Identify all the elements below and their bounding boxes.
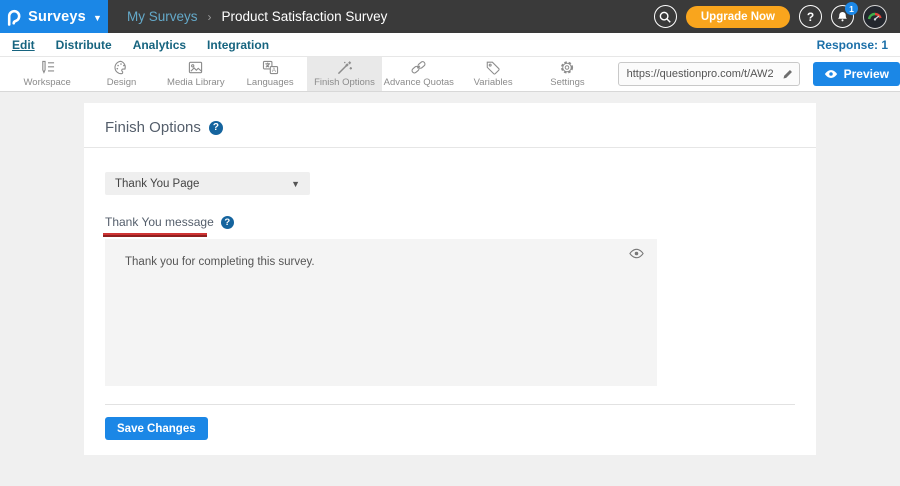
toolbar-item-design[interactable]: Design [84,57,158,91]
toolbar-label: Design [107,77,137,88]
breadcrumb: My Surveys › Product Satisfaction Survey [127,9,387,24]
workspace-icon [39,60,56,75]
thank-you-message-help-icon[interactable]: ? [221,216,234,229]
thank-you-message-label: Thank You message [105,215,214,229]
thank-you-message-editor[interactable]: Thank you for completing this survey. [105,239,657,386]
title-divider [84,147,816,148]
toolbar-item-variables[interactable]: Variables [456,57,530,91]
toolbar-label: Variables [474,77,513,88]
edit-url-pencil-icon[interactable] [777,68,799,80]
variables-tag-icon [485,60,501,75]
chevron-down-icon: ▼ [291,179,300,189]
bottom-divider [105,404,795,405]
thank-you-message-text[interactable]: Thank you for completing this survey. [105,239,657,268]
finish-options-wand-icon [336,60,353,75]
toolbar-item-settings[interactable]: Settings [530,57,604,91]
avatar[interactable] [863,5,887,29]
media-library-icon [187,60,204,75]
chevron-down-icon: ▼ [93,13,102,23]
header-actions: Upgrade Now ? 1 [654,5,900,29]
toolbar-label: Finish Options [314,77,375,88]
languages-icon: A [262,60,279,75]
toolbar-label: Workspace [23,77,70,88]
toolbar-label: Settings [550,77,584,88]
search-icon[interactable] [654,5,677,28]
product-menu-label: Surveys [28,9,86,25]
tab-distribute[interactable]: Distribute [56,38,112,52]
toolbar-item-workspace[interactable]: Workspace [10,57,84,91]
finish-options-panel: Finish Options ? Thank You Page ▼ Thank … [84,103,816,455]
toolbar-item-finish-options[interactable]: Finish Options [307,57,381,91]
survey-nav: Edit Distribute Analytics Integration Re… [0,33,900,57]
bell-icon[interactable]: 1 [831,5,854,28]
breadcrumb-current-survey: Product Satisfaction Survey [222,9,388,24]
finish-type-dropdown[interactable]: Thank You Page ▼ [105,172,310,195]
main-area: Finish Options ? Thank You Page ▼ Thank … [0,92,900,486]
preview-eye-icon[interactable] [629,248,644,259]
design-palette-icon [113,60,129,75]
save-changes-button[interactable]: Save Changes [105,417,208,440]
breadcrumb-my-surveys[interactable]: My Surveys [127,9,198,24]
surveys-product-menu[interactable]: Surveys ▼ [0,0,108,33]
finish-type-value: Thank You Page [115,178,199,190]
toolbar-item-advance-quotas[interactable]: Advance Quotas [382,57,456,91]
toolbar-label: Advance Quotas [384,77,454,88]
tab-integration[interactable]: Integration [207,38,269,52]
notification-badge: 1 [845,2,858,15]
survey-url-input[interactable] [619,68,777,80]
questionpro-logo [6,8,21,26]
toolbar-label: Languages [247,77,294,88]
toolbar-item-media-library[interactable]: Media Library [159,57,233,91]
settings-gear-icon [559,60,575,75]
help-icon[interactable]: ? [799,5,822,28]
advance-quotas-chain-icon [410,60,427,75]
upgrade-now-button[interactable]: Upgrade Now [686,6,790,28]
breadcrumb-separator: › [208,10,212,24]
top-header: Surveys ▼ My Surveys › Product Satisfact… [0,0,900,33]
preview-label: Preview [844,67,889,81]
page-title-row: Finish Options ? [105,103,795,136]
preview-button[interactable]: Preview [813,62,900,86]
toolbar-label: Media Library [167,77,225,88]
finish-options-help-icon[interactable]: ? [209,121,223,135]
page-title: Finish Options [105,119,201,136]
thank-you-message-label-row: Thank You message ? [105,215,795,229]
survey-url-box [618,62,800,86]
eye-icon [824,69,838,79]
help-glyph: ? [807,10,814,24]
toolbar-item-languages[interactable]: A Languages [233,57,307,91]
response-count[interactable]: Response: 1 [817,38,888,52]
tab-edit[interactable]: Edit [12,38,35,52]
red-annotation-underline [103,233,207,237]
edit-toolbar: Workspace Design Media Library [0,57,900,92]
tab-analytics[interactable]: Analytics [133,38,186,52]
